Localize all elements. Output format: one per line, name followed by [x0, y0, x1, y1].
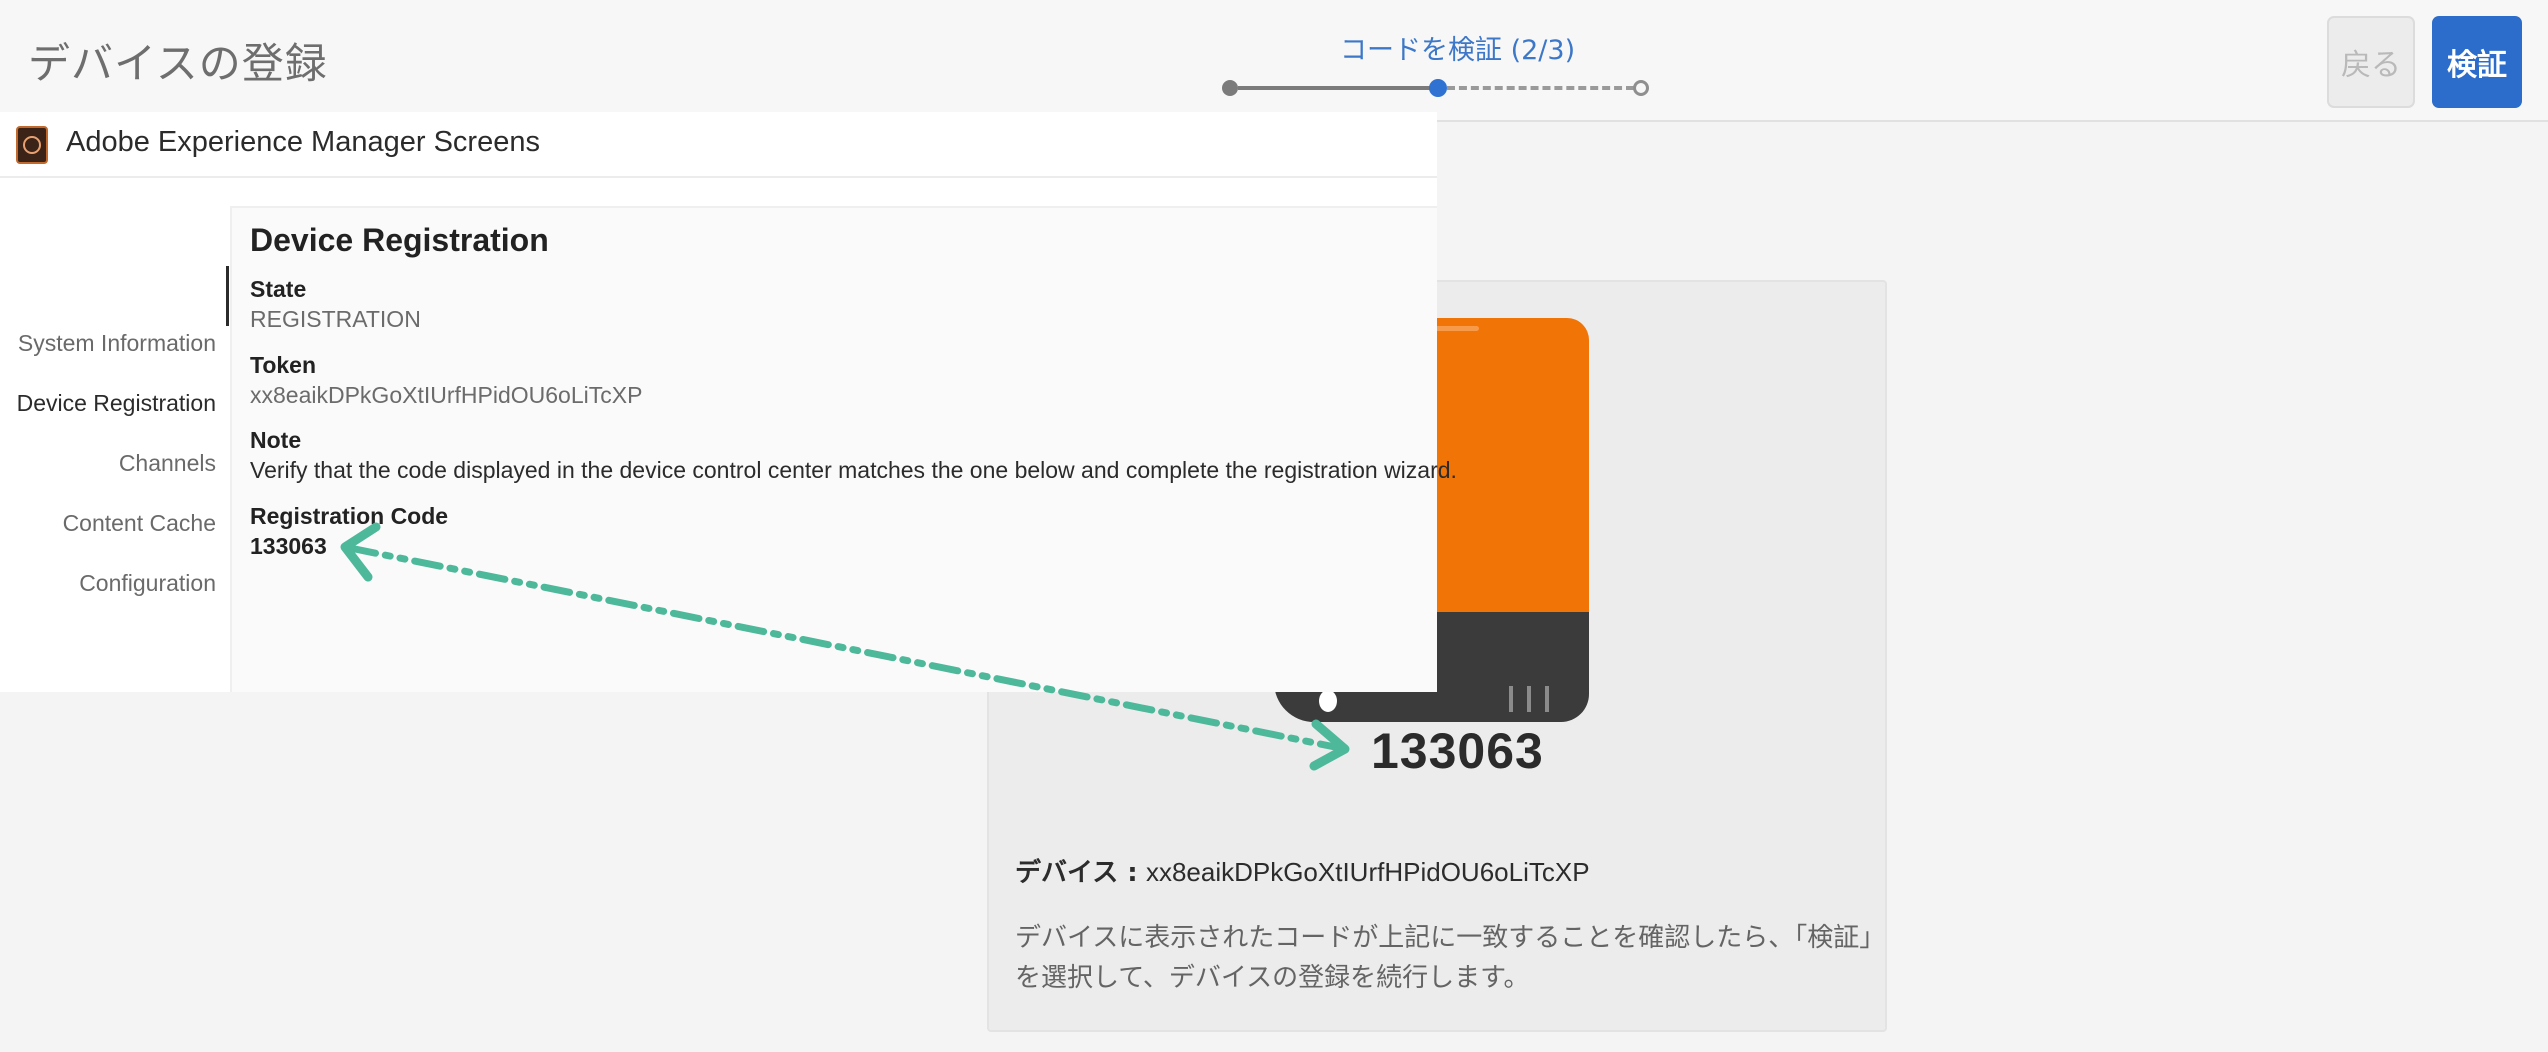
section-title: Device Registration [250, 222, 549, 258]
back-button[interactable]: 戻る [2327, 16, 2415, 108]
registration-panel: Device Registration State REGISTRATION T… [230, 206, 1457, 692]
sidebar-item-system-information[interactable]: System Information [18, 330, 216, 357]
device-vent-icon [1509, 686, 1513, 712]
device-token-line: デバイス : xx8eaikDPkGoXtIUrfHPidOU6oLiTcXP [1015, 852, 1590, 889]
step-1-dot [1222, 80, 1238, 96]
app-titlebar: Adobe Experience Manager Screens [0, 112, 1437, 178]
registration-code-value: 133063 [250, 533, 327, 559]
token-value: xx8eaikDPkGoXtIUrfHPidOU6oLiTcXP [250, 382, 643, 408]
step-line-remaining [1447, 86, 1634, 90]
active-nav-indicator [226, 266, 229, 326]
device-led-icon [1319, 690, 1337, 712]
state-label: State [250, 276, 307, 302]
device-token: xx8eaikDPkGoXtIUrfHPidOU6oLiTcXP [1145, 857, 1590, 887]
aem-screens-logo-icon [16, 126, 48, 164]
note-label: Note [250, 427, 302, 453]
sidebar-item-channels[interactable]: Channels [119, 450, 216, 477]
step-3-dot [1633, 80, 1649, 96]
device-vent-icon [1545, 686, 1549, 712]
device-label: デバイス : [1015, 858, 1138, 888]
verify-button[interactable]: 検証 [2432, 16, 2522, 108]
sidebar-item-content-cache[interactable]: Content Cache [63, 510, 216, 537]
page-title: デバイスの登録 [28, 39, 328, 88]
step-2-dot [1429, 79, 1447, 97]
app-title: Adobe Experience Manager Screens [66, 126, 540, 158]
state-value: REGISTRATION [250, 306, 421, 332]
note-value: Verify that the code displayed in the de… [250, 457, 1457, 483]
sidebar-item-device-registration[interactable]: Device Registration [17, 390, 216, 417]
step-line-completed [1238, 86, 1430, 90]
instruction-text: デバイスに表示されたコードが上記に一致することを確認したら、「検証」を選択して、… [1015, 923, 1873, 993]
registration-code-label: Registration Code [250, 503, 449, 529]
device-code: 133063 [1371, 723, 1544, 779]
sidebar-nav: System Information Device Registration C… [0, 202, 228, 692]
sidebar-item-configuration[interactable]: Configuration [79, 570, 216, 597]
step-progress [1222, 76, 1652, 100]
device-vent-icon [1527, 686, 1531, 712]
step-label: コードを検証 (2/3) [1340, 35, 1576, 66]
wizard-header: デバイスの登録 コードを検証 (2/3) 戻る 検証 [0, 0, 2548, 122]
token-label: Token [250, 352, 317, 378]
aem-screens-window: Adobe Experience Manager Screens System … [0, 112, 1457, 692]
